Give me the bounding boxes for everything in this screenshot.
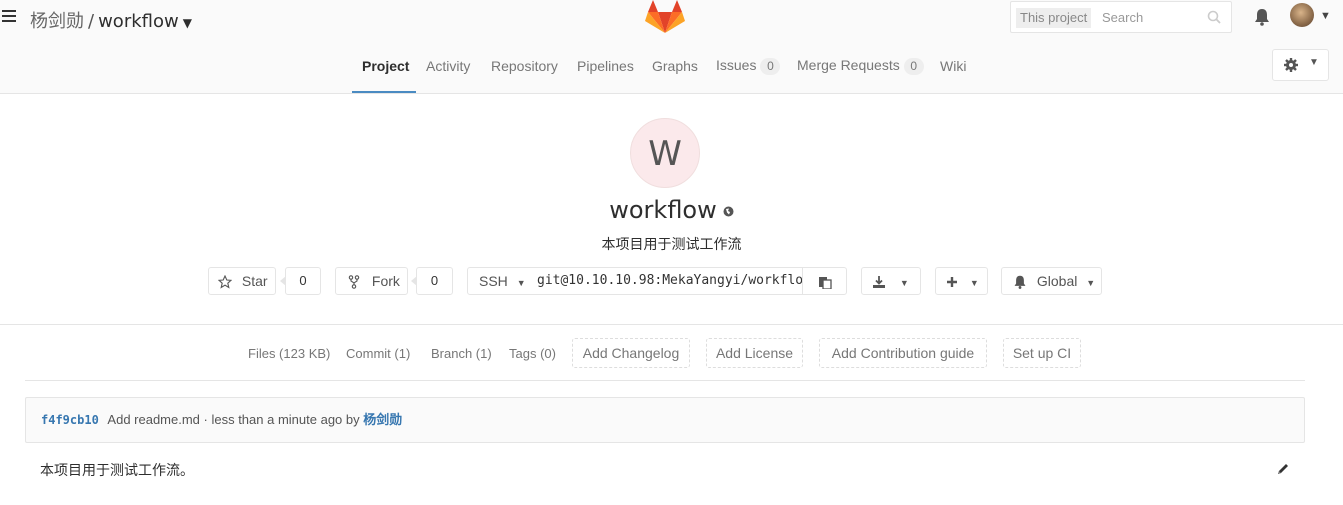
project-name: workflow (609, 196, 717, 224)
project-title: workflow (0, 196, 1343, 224)
tab-graphs[interactable]: Graphs (652, 58, 698, 74)
add-changelog-button[interactable]: Add Changelog (572, 338, 690, 368)
notification-level-dropdown[interactable]: Global ▼ (1001, 267, 1102, 295)
add-license-button[interactable]: Add License (706, 338, 803, 368)
search-input[interactable]: This project Search (1010, 1, 1232, 33)
pencil-icon[interactable] (1276, 462, 1290, 476)
breadcrumb-owner[interactable]: 杨剑勋 (30, 11, 84, 32)
user-avatar[interactable] (1290, 3, 1314, 27)
commit-message: Add readme.md · less than a minute ago b… (107, 412, 360, 427)
fork-button[interactable]: Fork (335, 267, 408, 295)
clipboard-icon (818, 277, 832, 290)
chevron-down-icon: ▼ (1309, 57, 1319, 68)
tab-activity[interactable]: Activity (426, 58, 470, 74)
section-divider (0, 324, 1343, 325)
chevron-down-icon: ▼ (899, 278, 909, 288)
tab-issues-label: Issues (716, 57, 757, 73)
plus-icon (947, 277, 957, 288)
breadcrumb: 杨剑勋 / workflow ▼ (30, 7, 192, 33)
star-label: Star (241, 273, 268, 289)
tags-link[interactable]: Tags (0) (509, 346, 556, 361)
notification-bell-icon[interactable] (1253, 8, 1271, 26)
settings-dropdown-button[interactable]: ▼ (1272, 49, 1329, 81)
chevron-down-icon: ▼ (969, 278, 979, 288)
readme-content: 本项目用于测试工作流。 (40, 463, 194, 479)
search-placeholder: Search (1102, 10, 1144, 25)
gear-icon (1284, 58, 1298, 72)
setup-ci-button[interactable]: Set up CI (1003, 338, 1081, 368)
copy-url-button[interactable] (802, 267, 847, 295)
commit-sha-link[interactable]: f4f9cb10 (41, 413, 99, 427)
breadcrumb-project[interactable]: workflow (98, 11, 179, 32)
tab-merge-requests[interactable]: Merge Requests 0 (797, 57, 924, 75)
new-item-dropdown-button[interactable]: ▼ (935, 267, 988, 295)
last-commit-panel: f4f9cb10 Add readme.md · less than a min… (25, 397, 1305, 443)
download-icon (873, 276, 885, 289)
stats-divider (25, 380, 1305, 381)
tab-issues[interactable]: Issues 0 (716, 57, 781, 75)
fork-label: Fork (371, 273, 400, 289)
active-tab-indicator (352, 91, 416, 93)
star-count[interactable]: 0 (280, 267, 321, 295)
tab-repository[interactable]: Repository (491, 58, 558, 74)
project-nav: Project Activity Repository Pipelines Gr… (0, 36, 1343, 94)
breadcrumb-separator: / (88, 11, 95, 32)
tab-wiki[interactable]: Wiki (940, 58, 966, 74)
add-contribution-guide-button[interactable]: Add Contribution guide (819, 338, 987, 368)
gitlab-logo-icon[interactable] (645, 0, 685, 34)
chevron-down-icon: ▼ (1086, 278, 1096, 288)
clone-protocol-dropdown[interactable]: SSH ▼ (467, 267, 528, 295)
tab-pipelines[interactable]: Pipelines (577, 58, 634, 74)
chevron-down-icon[interactable]: ▼ (183, 16, 192, 30)
merge-requests-count-badge: 0 (903, 58, 924, 75)
project-description: 本项目用于测试工作流 (601, 237, 742, 253)
commits-link[interactable]: Commit (1) (346, 346, 410, 361)
globe-icon (723, 206, 734, 216)
commit-author-link[interactable]: 杨剑勋 (363, 413, 402, 428)
issues-count-badge: 0 (760, 58, 781, 75)
download-dropdown-button[interactable]: ▼ (861, 267, 921, 295)
menu-icon[interactable] (2, 10, 16, 24)
top-bar: 杨剑勋 / workflow ▼ This project Search ▼ (0, 0, 1343, 36)
tab-project[interactable]: Project (362, 58, 409, 74)
tab-merge-requests-label: Merge Requests (797, 57, 900, 73)
star-button[interactable]: Star (208, 267, 276, 295)
star-icon (218, 275, 232, 289)
bell-icon (1014, 276, 1026, 290)
clone-url-input[interactable]: git@10.10.10.98:MekaYangyi/workflow.git (527, 267, 803, 295)
search-icon (1207, 10, 1221, 24)
fork-icon (348, 275, 360, 290)
clone-protocol-label: SSH (479, 273, 508, 289)
chevron-down-icon[interactable]: ▼ (1320, 10, 1331, 22)
branches-link[interactable]: Branch (1) (431, 346, 492, 361)
project-avatar: W (630, 118, 700, 188)
chevron-down-icon: ▼ (516, 278, 526, 288)
search-scope-badge[interactable]: This project (1016, 8, 1092, 28)
notification-level-label: Global (1036, 273, 1078, 289)
files-link[interactable]: Files (123 KB) (248, 346, 330, 361)
fork-count[interactable]: 0 (411, 267, 453, 295)
